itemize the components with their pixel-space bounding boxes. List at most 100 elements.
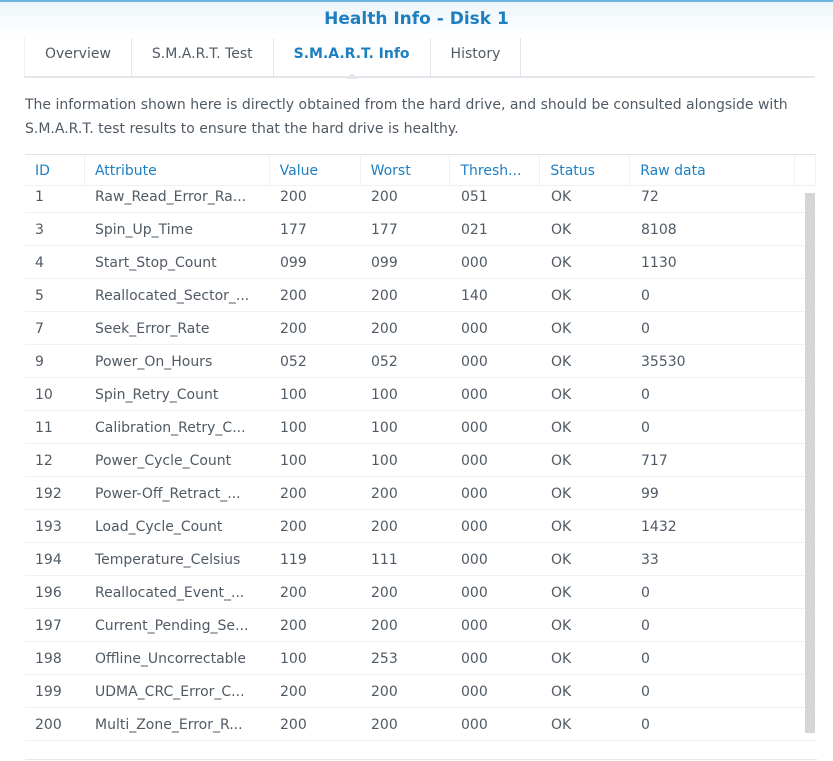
cell-id: 193 [35,519,62,535]
cell-raw-data: 0 [641,420,650,436]
cell-worst: 200 [371,519,398,535]
cell-id: 200 [35,717,62,733]
table-row[interactable]: 194 Temperature_Celsius 119 111 000 OK 33 [25,543,816,576]
tab-history[interactable]: History [431,38,522,76]
cell-threshold: 000 [461,321,488,337]
cell-threshold: 000 [461,486,488,502]
cell-status: OK [551,321,572,337]
cell-raw-data: 1432 [641,519,677,535]
cell-raw-data: 0 [641,717,650,733]
cell-raw-data: 35530 [641,354,686,370]
cell-attribute: Power_Cycle_Count [95,453,232,469]
cell-status: OK [551,618,572,634]
cell-raw-data: 0 [641,684,650,700]
cell-status: OK [551,519,572,535]
cell-raw-data: 0 [641,387,650,403]
cell-raw-data: 717 [641,453,668,469]
cell-attribute: Seek_Error_Rate [95,321,210,337]
table-row[interactable]: 197 Current_Pending_Se... 200 200 000 OK 0 [25,609,816,642]
cell-worst: 099 [371,255,398,271]
cell-threshold: 000 [461,354,488,370]
cell-id: 1 [35,189,44,205]
cell-worst: 052 [371,354,398,370]
cell-worst: 253 [371,651,398,667]
cell-attribute: Reallocated_Sector_... [95,288,250,304]
table-row[interactable]: 199 UDMA_CRC_Error_C... 200 200 000 OK 0 [25,675,816,708]
tab-overview[interactable]: Overview [24,38,132,76]
cell-id: 5 [35,288,44,304]
cell-status: OK [551,189,572,205]
cell-threshold: 000 [461,420,488,436]
cell-value: 100 [280,420,307,436]
cell-value: 177 [280,222,307,238]
cell-worst: 200 [371,321,398,337]
table-row[interactable]: 1 Raw_Read_Error_Ra... 200 200 051 OK 72 [25,180,816,213]
cell-worst: 200 [371,618,398,634]
cell-attribute: Raw_Read_Error_Ra... [95,189,247,205]
cell-id: 10 [35,387,53,403]
column-header-spacer [795,155,816,185]
table-row[interactable]: 192 Power-Off_Retract_... 200 200 000 OK 99 [25,477,816,510]
cell-attribute: Spin_Retry_Count [95,387,219,403]
cell-threshold: 000 [461,519,488,535]
cell-attribute: Start_Stop_Count [95,255,217,271]
cell-attribute: UDMA_CRC_Error_C... [95,684,245,700]
cell-worst: 200 [371,288,398,304]
cell-raw-data: 8108 [641,222,677,238]
table-row[interactable]: 4 Start_Stop_Count 099 099 000 OK 1130 [25,246,816,279]
table-row[interactable]: 12 Power_Cycle_Count 100 100 000 OK 717 [25,444,816,477]
cell-threshold: 000 [461,552,488,568]
cell-attribute: Power-Off_Retract_... [95,486,241,502]
cell-raw-data: 0 [641,321,650,337]
cell-value: 200 [280,684,307,700]
cell-threshold: 021 [461,222,488,238]
cell-threshold: 000 [461,453,488,469]
cell-id: 197 [35,618,62,634]
cell-value: 200 [280,288,307,304]
tab-smart-info[interactable]: S.M.A.R.T. Info [274,38,431,79]
cell-threshold: 000 [461,618,488,634]
table-row[interactable]: 198 Offline_Uncorrectable 100 253 000 OK 0 [25,642,816,675]
table-row[interactable]: 5 Reallocated_Sector_... 200 200 140 OK 0 [25,279,816,312]
cell-status: OK [551,387,572,403]
scrollbar[interactable] [805,193,815,733]
cell-status: OK [551,420,572,436]
cell-status: OK [551,684,572,700]
cell-status: OK [551,585,572,601]
table-row[interactable]: 200 Multi_Zone_Error_R... 200 200 000 OK 0 [25,708,816,741]
table-row[interactable]: 11 Calibration_Retry_C... 100 100 000 OK 0 [25,411,816,444]
cell-status: OK [551,255,572,271]
cell-attribute: Spin_Up_Time [95,222,193,238]
divider [25,759,817,760]
table-row[interactable]: 10 Spin_Retry_Count 100 100 000 OK 0 [25,378,816,411]
window-title: Health Info - Disk 1 [0,0,833,38]
cell-threshold: 051 [461,189,488,205]
cell-raw-data: 1130 [641,255,677,271]
cell-worst: 200 [371,717,398,733]
cell-attribute: Calibration_Retry_C... [95,420,246,436]
tab-bar: Overview S.M.A.R.T. Test S.M.A.R.T. Info… [24,38,815,79]
table-row[interactable]: 196 Reallocated_Event_... 200 200 000 OK 0 [25,576,816,609]
cell-worst: 177 [371,222,398,238]
table-row[interactable]: 7 Seek_Error_Rate 200 200 000 OK 0 [25,312,816,345]
cell-status: OK [551,288,572,304]
cell-raw-data: 0 [641,651,650,667]
cell-id: 7 [35,321,44,337]
cell-value: 200 [280,585,307,601]
table-row[interactable]: 193 Load_Cycle_Count 200 200 000 OK 1432 [25,510,816,543]
cell-attribute: Power_On_Hours [95,354,213,370]
cell-value: 100 [280,651,307,667]
description-text: The information shown here is directly o… [25,97,788,137]
cell-status: OK [551,222,572,238]
table-row[interactable]: 9 Power_On_Hours 052 052 000 OK 35530 [25,345,816,378]
table-row[interactable]: 3 Spin_Up_Time 177 177 021 OK 8108 [25,213,816,246]
cell-value: 099 [280,255,307,271]
cell-raw-data: 0 [641,618,650,634]
cell-id: 192 [35,486,62,502]
cell-attribute: Offline_Uncorrectable [95,651,247,667]
tab-smart-test[interactable]: S.M.A.R.T. Test [132,38,274,76]
cell-attribute: Load_Cycle_Count [95,519,223,535]
cell-worst: 200 [371,585,398,601]
cell-value: 200 [280,321,307,337]
cell-threshold: 140 [461,288,488,304]
